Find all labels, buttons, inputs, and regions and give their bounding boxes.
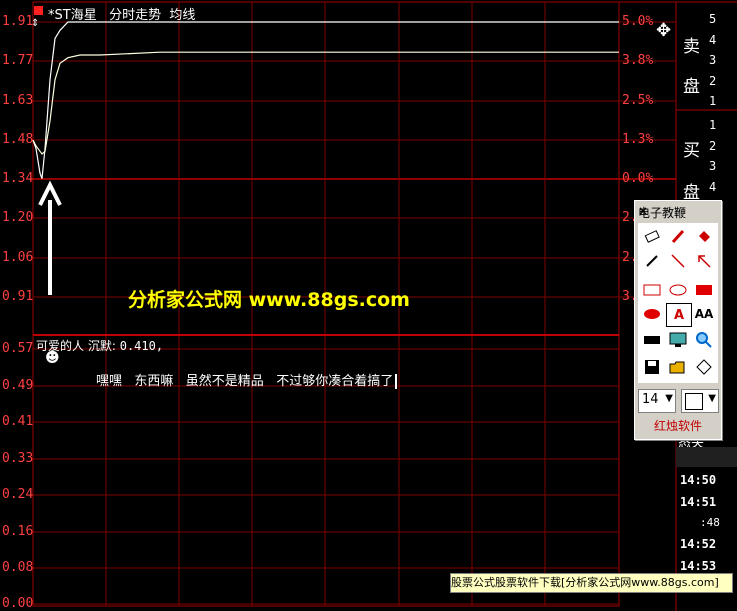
sell-label-1: 卖 [683, 37, 700, 57]
chart-mode: 分时走势 [109, 8, 162, 23]
level-number: 2 [709, 73, 717, 88]
avg-line [32, 51, 619, 155]
close-icon[interactable]: × [638, 204, 717, 218]
price-gridlines [33, 21, 676, 605]
volume-axis-label: 0.49 [2, 378, 34, 393]
watermark: 分析家公式网 www.88gs.com [128, 289, 410, 311]
volume-axis-label: 0.16 [2, 524, 34, 539]
pencil-icon[interactable] [640, 250, 664, 272]
pen-icon[interactable] [666, 225, 690, 247]
indicator-value: 0.410, [119, 339, 164, 353]
text-cursor [395, 374, 398, 389]
sell-label-2: 盘 [683, 77, 700, 97]
save-icon[interactable] [640, 356, 664, 378]
smiley-icon: ☻ [45, 350, 60, 366]
level-number: 4 [709, 32, 717, 47]
time-label: 14:53 [680, 559, 717, 573]
ellipse-icon[interactable] [666, 279, 690, 301]
level-number: 3 [709, 159, 717, 173]
tool-grid: A AA [638, 223, 718, 383]
black-bar-icon[interactable] [640, 329, 664, 351]
indicator-name: 可爱的人 [36, 339, 85, 353]
filled-rect-icon[interactable] [692, 279, 716, 301]
pct-axis-label: 5.0% [622, 14, 654, 29]
line-icon[interactable] [666, 250, 690, 272]
level-number: 3 [709, 53, 717, 67]
annotation-content: 嘿嘿 东西嘛 虽然不是精品 不过够你凑合着搞了 [96, 374, 394, 389]
time-label: 14:52 [680, 537, 717, 551]
price-axis-label: 1.91 [2, 14, 34, 29]
price-axis-label: 0.91 [2, 289, 34, 304]
text-icon[interactable]: A [666, 303, 692, 327]
level-number: 1 [709, 94, 717, 108]
volume-axis-label: 0.08 [2, 560, 34, 575]
footer-banner[interactable]: 股票公式股票软件下载[分析家公式网www.88gs.com] [450, 573, 733, 593]
text-size-icon[interactable]: AA [692, 303, 716, 325]
volume-axis-label: 0.33 [2, 451, 34, 466]
price-axis-label: 1.63 [2, 93, 34, 108]
time-label: :48 [700, 516, 720, 529]
time-label: 14:51 [680, 495, 717, 509]
stock-name: *ST海星 [48, 8, 97, 23]
annotation-text[interactable]: 嘿嘿 东西嘛 虽然不是精品 不过够你凑合着搞了 [96, 370, 398, 389]
arrow-icon[interactable] [692, 250, 716, 272]
indicator-key: 沉默: [87, 339, 116, 353]
price-axis-label: 1.34 [2, 171, 34, 186]
volume-axis-label: 0.57 [2, 341, 34, 356]
chevron-down-icon: ▼ [665, 393, 673, 404]
color-swatch [685, 393, 703, 410]
open-icon[interactable] [666, 356, 690, 378]
pct-axis-label: 1.3% [622, 132, 654, 147]
price-lines [32, 21, 619, 179]
price-axis-label: 1.48 [2, 132, 34, 147]
price-axis-label: 1.20 [2, 210, 34, 225]
stock-marker-icon [34, 6, 43, 15]
buy-label-1: 买 [683, 141, 700, 161]
screen-icon[interactable] [666, 329, 690, 351]
pct-axis-label: 0.0% [622, 171, 654, 186]
level-number: 4 [709, 179, 717, 194]
toolbox-brand: 红烛软件 [653, 419, 702, 433]
line-type: 均线 [169, 8, 196, 23]
chevron-down-icon: ▼ [708, 393, 716, 404]
font-size-select[interactable]: 14 ▼ [638, 389, 676, 413]
volume-axis-label: 0.00 [2, 596, 34, 611]
rectangle-icon[interactable] [640, 279, 664, 301]
toolbox-window: 电子教鞭 × A AA 14 ▼ ▼ 红烛软件 [634, 200, 722, 440]
level-number: 2 [709, 138, 717, 153]
price-axis-label: 1.77 [2, 53, 34, 68]
move-icon[interactable]: ✥ [656, 20, 671, 41]
volume-axis-label: 0.41 [2, 414, 34, 429]
paint-bucket-icon[interactable] [692, 225, 716, 247]
pct-axis-label: 3.8% [622, 53, 654, 68]
zoom-icon[interactable] [692, 329, 716, 351]
filled-ellipse-icon[interactable] [640, 303, 664, 325]
time-label: 14:50 [680, 473, 717, 487]
level-number: 1 [709, 118, 717, 132]
font-size-value: 14 [642, 392, 659, 407]
eraser-icon[interactable] [640, 225, 664, 247]
color-select[interactable]: ▼ [681, 389, 719, 413]
pct-axis-label: 2.5% [622, 93, 654, 108]
level-number: 5 [709, 12, 717, 26]
price-axis-label: 1.06 [2, 250, 34, 265]
toolbox-titlebar[interactable]: 电子教鞭 × [635, 201, 721, 221]
chart-title: *ST海星 分时走势 均线 [48, 4, 195, 23]
diamond-icon[interactable] [692, 356, 716, 378]
price-line [32, 21, 619, 179]
time-header [676, 447, 737, 467]
volume-axis-label: 0.24 [2, 487, 34, 502]
